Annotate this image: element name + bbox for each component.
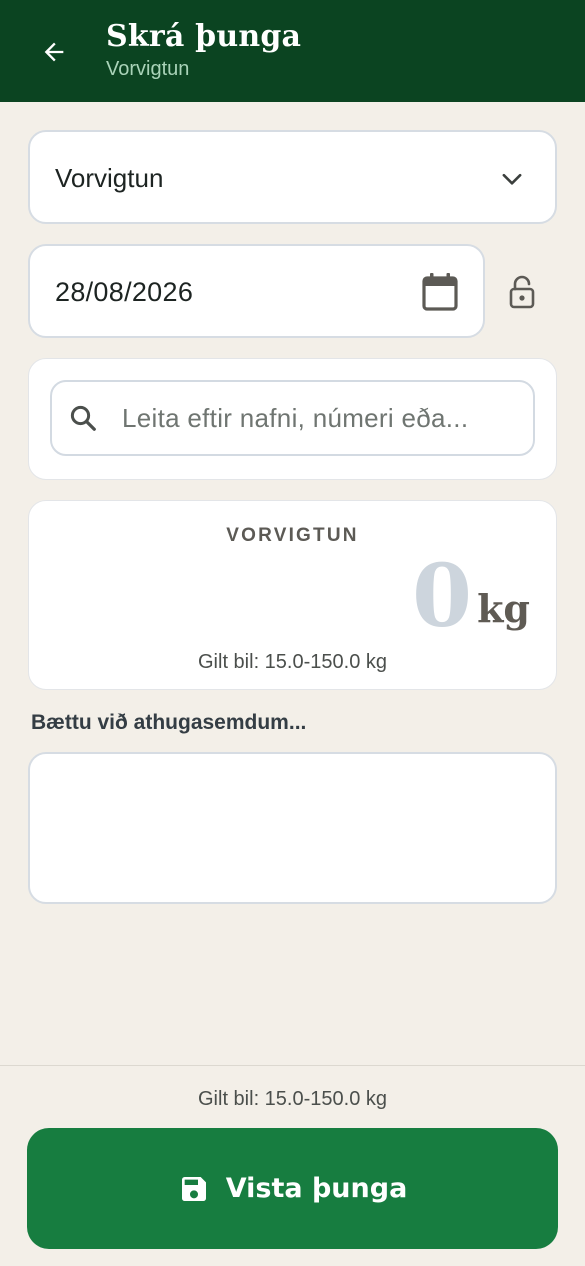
weight-value: 0 xyxy=(412,546,472,647)
weight-unit: kg xyxy=(477,586,530,631)
weighing-type-value: Vorvigtun xyxy=(55,163,164,193)
save-weight-button[interactable]: Vista þunga xyxy=(27,1128,558,1249)
chevron-down-icon xyxy=(499,166,525,197)
save-button-label: Vista þunga xyxy=(225,1173,408,1204)
arrow-left-icon xyxy=(44,42,64,62)
app-bar: Skrá þunga Vorvigtun xyxy=(0,0,585,102)
notes-textarea[interactable] xyxy=(28,752,557,904)
page-title: Skrá þunga xyxy=(106,19,302,54)
notes-label: Bættu við athugasemdum... xyxy=(31,711,307,734)
date-value: 28/08/2026 xyxy=(55,277,194,307)
weight-display-card: VORVIGTUN 0 kg Gilt bil: 15.0-150.0 kg xyxy=(28,500,557,690)
search-input[interactable]: Leita eftir nafni, númeri eða... xyxy=(50,380,535,456)
back-button[interactable] xyxy=(34,32,74,72)
page-subtitle: Vorvigtun xyxy=(106,58,190,80)
save-icon xyxy=(178,1173,210,1205)
calendar-icon[interactable] xyxy=(421,272,459,317)
lock-open-icon xyxy=(509,275,535,309)
date-lock-button[interactable] xyxy=(505,272,539,312)
footer-valid-range: Gilt bil: 15.0-150.0 kg xyxy=(198,1088,387,1110)
search-icon xyxy=(68,403,102,433)
weight-type-label: VORVIGTUN xyxy=(226,525,359,546)
date-field[interactable]: 28/08/2026 xyxy=(28,244,485,338)
app-bar-titles: Skrá þunga Vorvigtun xyxy=(106,18,301,82)
weight-valid-range: Gilt bil: 15.0-150.0 kg xyxy=(198,651,387,673)
footer-bar: Gilt bil: 15.0-150.0 kg Vista þunga xyxy=(0,1065,585,1266)
search-card: Leita eftir nafni, númeri eða... xyxy=(28,358,557,480)
search-placeholder: Leita eftir nafni, númeri eða... xyxy=(122,402,469,433)
weighing-type-select[interactable]: Vorvigtun xyxy=(28,130,557,224)
